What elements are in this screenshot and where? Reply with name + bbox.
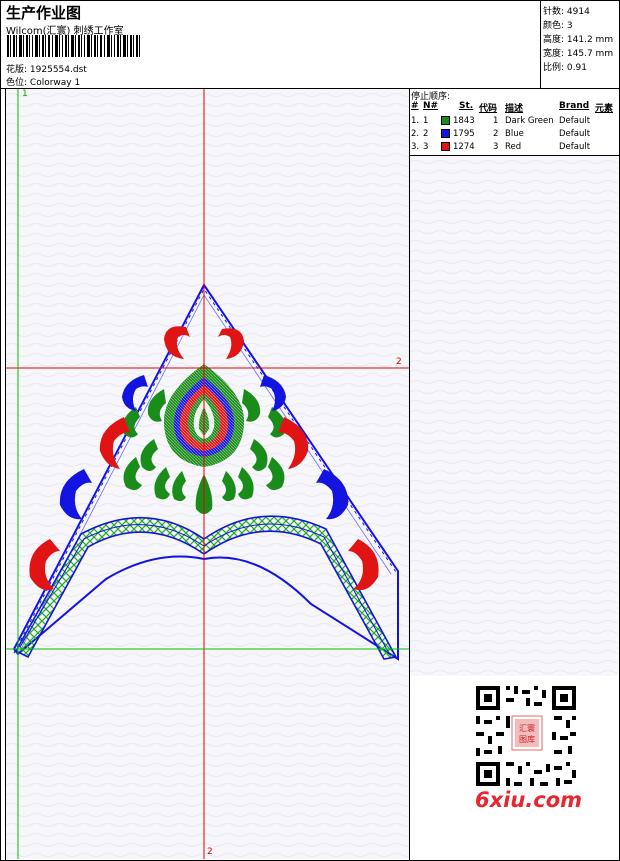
- stat-stitches: 针数: 4914: [543, 7, 590, 17]
- fabric-texture: [6, 89, 409, 859]
- green-axis-label: 1: [22, 89, 28, 99]
- color-swatch-red: [441, 142, 450, 151]
- svg-text:图库: 图库: [519, 734, 535, 744]
- color-swatch-green: [441, 116, 450, 125]
- col-header-stitches: St.: [459, 101, 474, 111]
- col-header-desc: 描述: [505, 104, 524, 114]
- design-label: 花版:: [6, 65, 28, 75]
- design-area: 1 2 2: [6, 89, 409, 859]
- stat-width: 宽度: 145.7 mm: [543, 49, 614, 59]
- stop-sequence-panel: 停止顺序: # N# St. 代码 描述 Brand 元素 1. 1 1843 …: [409, 89, 618, 155]
- svg-text:汇寰: 汇寰: [519, 723, 535, 733]
- col-header-num: #: [411, 101, 419, 111]
- stat-height: 高度: 141.2 mm: [543, 35, 614, 45]
- stat-scale: 比例: 0.91: [543, 63, 587, 73]
- barcode: [7, 35, 140, 57]
- red-axis-label-right: 2: [396, 357, 402, 367]
- col-header-code: 代码: [479, 104, 498, 114]
- col-header-no: N#: [423, 101, 439, 111]
- stats-box: 针数: 4914 颜色: 3 高度: 141.2 mm 宽度: 145.7 mm…: [540, 0, 619, 88]
- col-header-brand: Brand: [559, 101, 590, 111]
- page-title: 生产作业图: [6, 4, 82, 22]
- colorway-row: 色位: Colorway 1: [6, 75, 80, 88]
- right-panel-texture: [410, 156, 618, 676]
- color-swatch-blue: [441, 129, 450, 138]
- colorway-label: 色位:: [6, 78, 28, 88]
- design-file-row: 花版: 1925554.dst: [6, 62, 87, 75]
- colorway-value: Colorway 1: [29, 78, 81, 88]
- col-header-element: 元素: [595, 104, 614, 114]
- red-axis-label-bottom: 2: [207, 847, 213, 857]
- stat-colors: 颜色: 3: [543, 21, 573, 31]
- design-canvas: [6, 89, 409, 859]
- qr-code: 汇寰 图库: [470, 680, 582, 792]
- watermark-text: 6xiu.com: [475, 788, 583, 812]
- design-value: 1925554.dst: [29, 65, 87, 75]
